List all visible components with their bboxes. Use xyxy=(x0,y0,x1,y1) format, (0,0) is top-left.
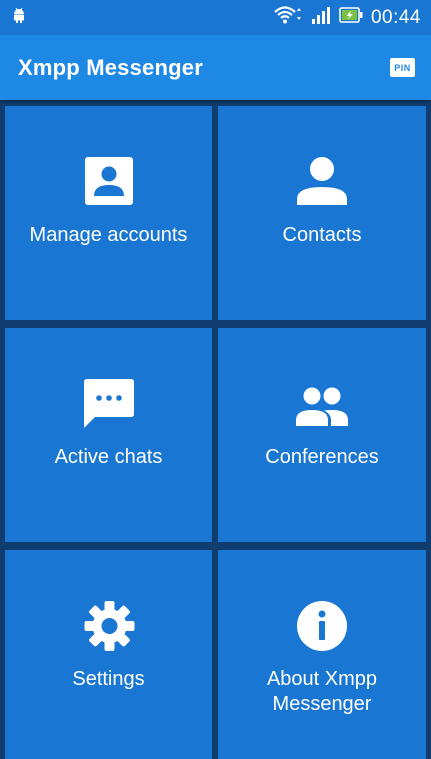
tile-active-chats[interactable]: Active chats xyxy=(5,328,212,542)
app-bar: Xmpp Messenger PIN xyxy=(0,35,431,100)
tile-conferences[interactable]: Conferences xyxy=(218,328,426,542)
status-bar: 00:44 xyxy=(0,0,431,35)
status-time: 00:44 xyxy=(370,6,421,28)
info-icon xyxy=(296,600,348,657)
account-box-icon xyxy=(84,156,134,211)
signal-icon xyxy=(311,6,331,29)
app-title: Xmpp Messenger xyxy=(18,54,203,80)
tile-settings[interactable]: Settings xyxy=(5,550,212,759)
dashboard-grid: Manage accounts Contacts Active chats Co… xyxy=(0,100,431,759)
chat-icon xyxy=(83,378,135,435)
tile-label: About Xmpp Messenger xyxy=(266,668,378,715)
group-icon xyxy=(295,378,349,433)
tile-label: Active chats xyxy=(54,446,163,468)
tile-contacts[interactable]: Contacts xyxy=(218,106,426,320)
tile-label: Contacts xyxy=(282,224,362,246)
pin-button[interactable]: PIN xyxy=(390,58,415,77)
tile-label: Conferences xyxy=(265,446,379,468)
tile-about[interactable]: About Xmpp Messenger xyxy=(218,550,426,759)
tile-manage-accounts[interactable]: Manage accounts xyxy=(5,106,212,320)
wifi-icon xyxy=(273,5,303,30)
android-icon xyxy=(12,7,26,28)
tile-label: Settings xyxy=(72,668,145,690)
tile-label: Manage accounts xyxy=(29,224,188,246)
battery-charging-icon xyxy=(339,6,363,29)
person-icon xyxy=(296,156,348,211)
gear-icon xyxy=(82,600,135,657)
